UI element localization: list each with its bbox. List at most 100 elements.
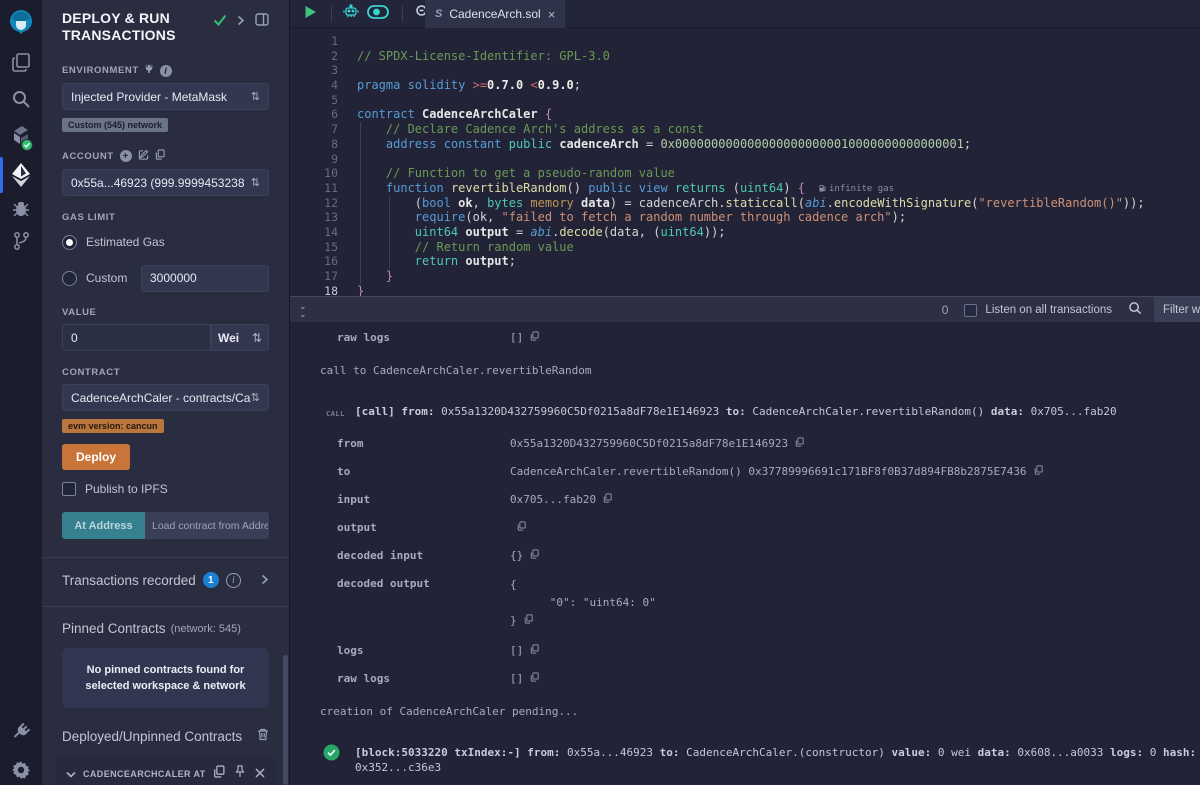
line-number: 6 [290,107,338,122]
solidity-compiler-icon[interactable] [0,124,42,152]
code-line: 3 [290,63,1200,78]
copy-icon[interactable] [795,436,804,451]
settings-gear-icon[interactable] [0,760,42,780]
deploy-run-panel: DEPLOY & RUN TRANSACTIONS ENVIRONMENT i … [42,0,290,785]
kv-value: 0x55a1320D432759960C5Df0215a8dF78e1E1469… [510,436,788,451]
code-text: pragma solidity >=0.7.0 <0.9.0; [338,78,581,93]
debugger-icon[interactable] [0,198,42,218]
remix-logo-icon[interactable] [0,8,42,36]
success-check-icon [323,744,340,765]
account-select[interactable]: 0x55a...46923 (999.9999453238 ⇅ [62,169,269,196]
code-line: 2// SPDX-License-Identifier: GPL-3.0 [290,49,1200,64]
copy-icon[interactable] [1034,464,1043,479]
search-icon[interactable] [0,89,42,109]
kv-key: raw logs [337,671,510,686]
pin-contract-icon[interactable] [234,765,246,783]
terminal-output[interactable]: raw logs[] call to CadenceArchCaler.rever… [290,322,1200,785]
terminal-kv-row: raw logs[] [290,671,1200,686]
custom-gas-label: Custom [86,271,127,285]
estimated-gas-radio[interactable] [62,235,77,250]
line-number: 8 [290,137,338,152]
collapse-terminal-icon[interactable]: ⌄⌄ [299,302,307,318]
code-line: 16 return output; [290,254,1200,269]
value-input[interactable]: 0 [62,324,211,351]
listen-all-transactions-checkbox[interactable] [964,304,977,317]
kv-value: CadenceArchCaler.revertibleRandom() 0x37… [510,464,1027,479]
panel-title: DEPLOY & RUN TRANSACTIONS [62,10,212,44]
terminal-search-icon[interactable] [1128,301,1142,320]
copy-icon[interactable] [517,520,526,535]
chevron-updown-icon: ⇅ [251,90,260,103]
code-line: 10 // Function to get a pseudo-random va… [290,166,1200,181]
kv-value: {} [510,548,523,563]
tab-cadencearch-sol[interactable]: S CadenceArch.sol × [425,0,565,28]
plugin-manager-icon[interactable] [0,722,42,742]
add-account-icon[interactable]: + [120,150,132,162]
code-line: 7 // Declare Cadence Arch's address as a… [290,122,1200,137]
run-script-play-icon[interactable] [298,5,323,24]
line-number: 2 [290,49,338,64]
copy-icon[interactable] [530,643,539,658]
indent-guide [389,196,390,270]
code-line: 14 uint64 output = abi.decode(data, (uin… [290,225,1200,240]
terminal-kv-row: input0x705...fab20 [290,492,1200,507]
pin-panel-chevron-icon[interactable] [237,13,245,31]
custom-gas-radio[interactable] [62,271,77,286]
transactions-info-icon[interactable]: i [226,573,241,588]
environment-select[interactable]: Injected Provider - MetaMask ⇅ [62,83,269,110]
remove-contract-icon[interactable] [255,765,265,783]
publish-ipfs-checkbox[interactable] [62,482,76,496]
transactions-expand-chevron-icon[interactable] [261,573,269,588]
gas-lens-label: infinite gas [829,184,894,194]
deploy-button[interactable]: Deploy [62,444,130,470]
deploy-and-run-icon[interactable] [0,161,42,187]
close-tab-icon[interactable]: × [548,7,556,22]
at-address-input[interactable]: Load contract from Addres [145,512,269,539]
code-text [338,93,357,108]
plug-icon[interactable] [145,64,154,77]
source-control-icon[interactable] [0,231,42,251]
code-line: 11 function revertibleRandom() public vi… [290,181,1200,196]
copy-account-icon[interactable] [155,149,165,163]
file-explorer-icon[interactable] [0,52,42,73]
code-editor[interactable]: 12// SPDX-License-Identifier: GPL-3.034p… [290,28,1200,296]
trash-icon[interactable] [257,728,269,744]
contract-select[interactable]: CadenceArchCaler - contracts/Cac ⇅ [62,384,269,411]
line-number: 18 [290,284,338,296]
split-view-icon[interactable] [255,13,269,31]
copy-icon[interactable] [530,548,539,563]
evm-version-badge: evm version: cancun [62,419,164,433]
terminal-listen-count: 0 [942,303,949,317]
ai-copilot-toggle-icon[interactable] [362,5,394,24]
call-badge: call [326,407,345,422]
environment-label: ENVIRONMENT [62,65,139,76]
terminal-kv-row: output [290,520,1200,535]
panel-scrollbar[interactable] [283,655,288,785]
kv-key: decoded output [337,576,510,630]
code-text: (bool ok, bytes memory data) = cadenceAr… [338,196,1145,211]
copy-icon[interactable] [603,492,612,507]
copy-icon[interactable] [530,671,539,686]
remix-ide-window: DEPLOY & RUN TRANSACTIONS ENVIRONMENT i … [0,0,1200,785]
code-line: 12 (bool ok, bytes memory data) = cadenc… [290,196,1200,211]
copy-icon[interactable] [530,330,539,345]
collapse-chevron-icon[interactable] [66,765,76,783]
environment-info-icon[interactable]: i [160,65,172,77]
terminal-filter-input[interactable]: Filter w [1154,297,1200,323]
copy-address-icon[interactable] [213,765,225,783]
copy-icon[interactable] [524,612,533,630]
value-unit-select[interactable]: Wei ⇅ [211,324,269,351]
terminal-kv-row: decoded output{ "0": "uint64: 0"} [290,576,1200,630]
editor-toolbar: S CadenceArch.sol × [290,0,1200,28]
terminal-message: call to CadenceArchCaler.revertibleRando… [290,363,1200,378]
gas-limit-label: GAS LIMIT [62,212,115,223]
edit-account-icon[interactable] [138,149,149,163]
kv-key: logs [337,643,510,658]
at-address-button[interactable]: At Address [62,512,145,539]
line-number: 9 [290,152,338,167]
deployed-contract-name[interactable]: CADENCEARCHCALER AT 0) [83,769,206,779]
kv-value: { "0": "uint64: 0"} [510,576,656,630]
pinned-contracts-title: Pinned Contracts [62,621,166,636]
custom-gas-input[interactable]: 3000000 [141,265,269,292]
remix-ai-robot-icon[interactable] [340,4,362,24]
